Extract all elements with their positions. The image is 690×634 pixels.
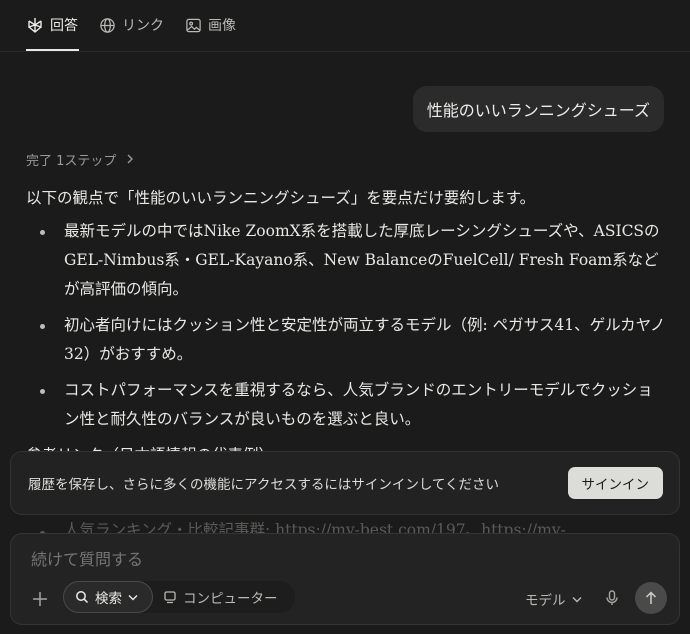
mode-selector: 検索 コンピューター [63, 581, 295, 613]
signin-banner-text: 履歴を保存し、さらに多くの機能にアクセスするにはサインインしてください [28, 477, 500, 493]
microphone-button[interactable] [604, 589, 620, 607]
answer-bullet: 最新モデルの中ではNike ZoomX系を搭載した厚底レーシングシューズや、AS… [26, 217, 666, 304]
microphone-icon [606, 590, 618, 605]
answer-intro: 以下の観点で「性能のいいランニングシューズ」を要点だけ要約します。 [26, 189, 536, 207]
add-attachment-button[interactable] [29, 588, 51, 610]
chevron-down-icon [572, 596, 582, 603]
chevron-right-icon [126, 153, 134, 167]
follow-up-input[interactable] [31, 550, 591, 569]
chevron-down-icon [128, 594, 138, 601]
steps-label: 完了 1ステップ [26, 154, 117, 169]
globe-icon [98, 16, 116, 34]
composer: 検索 コンピューター モデル [10, 533, 680, 625]
tab-answer-label: 回答 [50, 18, 78, 34]
tab-images[interactable]: 画像 [184, 14, 236, 36]
tab-answer[interactable]: 回答 [26, 14, 78, 36]
answer-body: 以下の観点で「性能のいいランニングシューズ」を要点だけ要約します。 最新モデルの… [26, 184, 666, 470]
model-selector-label: モデル [525, 593, 566, 609]
arrow-up-icon [645, 591, 657, 604]
search-mode-button[interactable]: 検索 [63, 581, 153, 613]
user-query-bubble: 性能のいいランニングシューズ [412, 86, 664, 132]
result-tabs: 回答 リンク 画像 [0, 0, 690, 52]
answer-bullet-list: 最新モデルの中ではNike ZoomX系を搭載した厚底レーシングシューズや、AS… [26, 217, 666, 434]
computer-icon [163, 590, 177, 604]
answer-bullet: 初心者向けにはクッション性と安定性が両立するモデル（例: ペガサス41、ゲルカヤ… [26, 311, 666, 369]
signin-banner: 履歴を保存し、さらに多くの機能にアクセスするにはサインインしてください サインイ… [10, 451, 680, 515]
computer-mode-label: コンピューター [183, 591, 278, 607]
send-button[interactable] [635, 582, 667, 614]
image-icon [184, 16, 202, 34]
active-tab-indicator [26, 49, 79, 51]
perplexity-logo-icon [26, 16, 44, 34]
signin-button[interactable]: サインイン [567, 467, 663, 499]
tab-images-label: 画像 [208, 18, 236, 34]
steps-toggle[interactable]: 完了 1ステップ [26, 150, 134, 169]
model-selector[interactable]: モデル [525, 589, 582, 609]
tab-links[interactable]: リンク [98, 14, 164, 36]
tab-links-label: リンク [122, 18, 164, 34]
computer-mode-button[interactable]: コンピューター [163, 581, 278, 613]
search-icon [75, 590, 89, 604]
user-query-text: 性能のいいランニングシューズ [426, 101, 650, 120]
search-mode-label: 検索 [95, 591, 122, 607]
answer-bullet: コストパフォーマンスを重視するなら、人気ブランドのエントリーモデルでクッション性… [26, 376, 666, 434]
plus-icon [33, 592, 47, 606]
